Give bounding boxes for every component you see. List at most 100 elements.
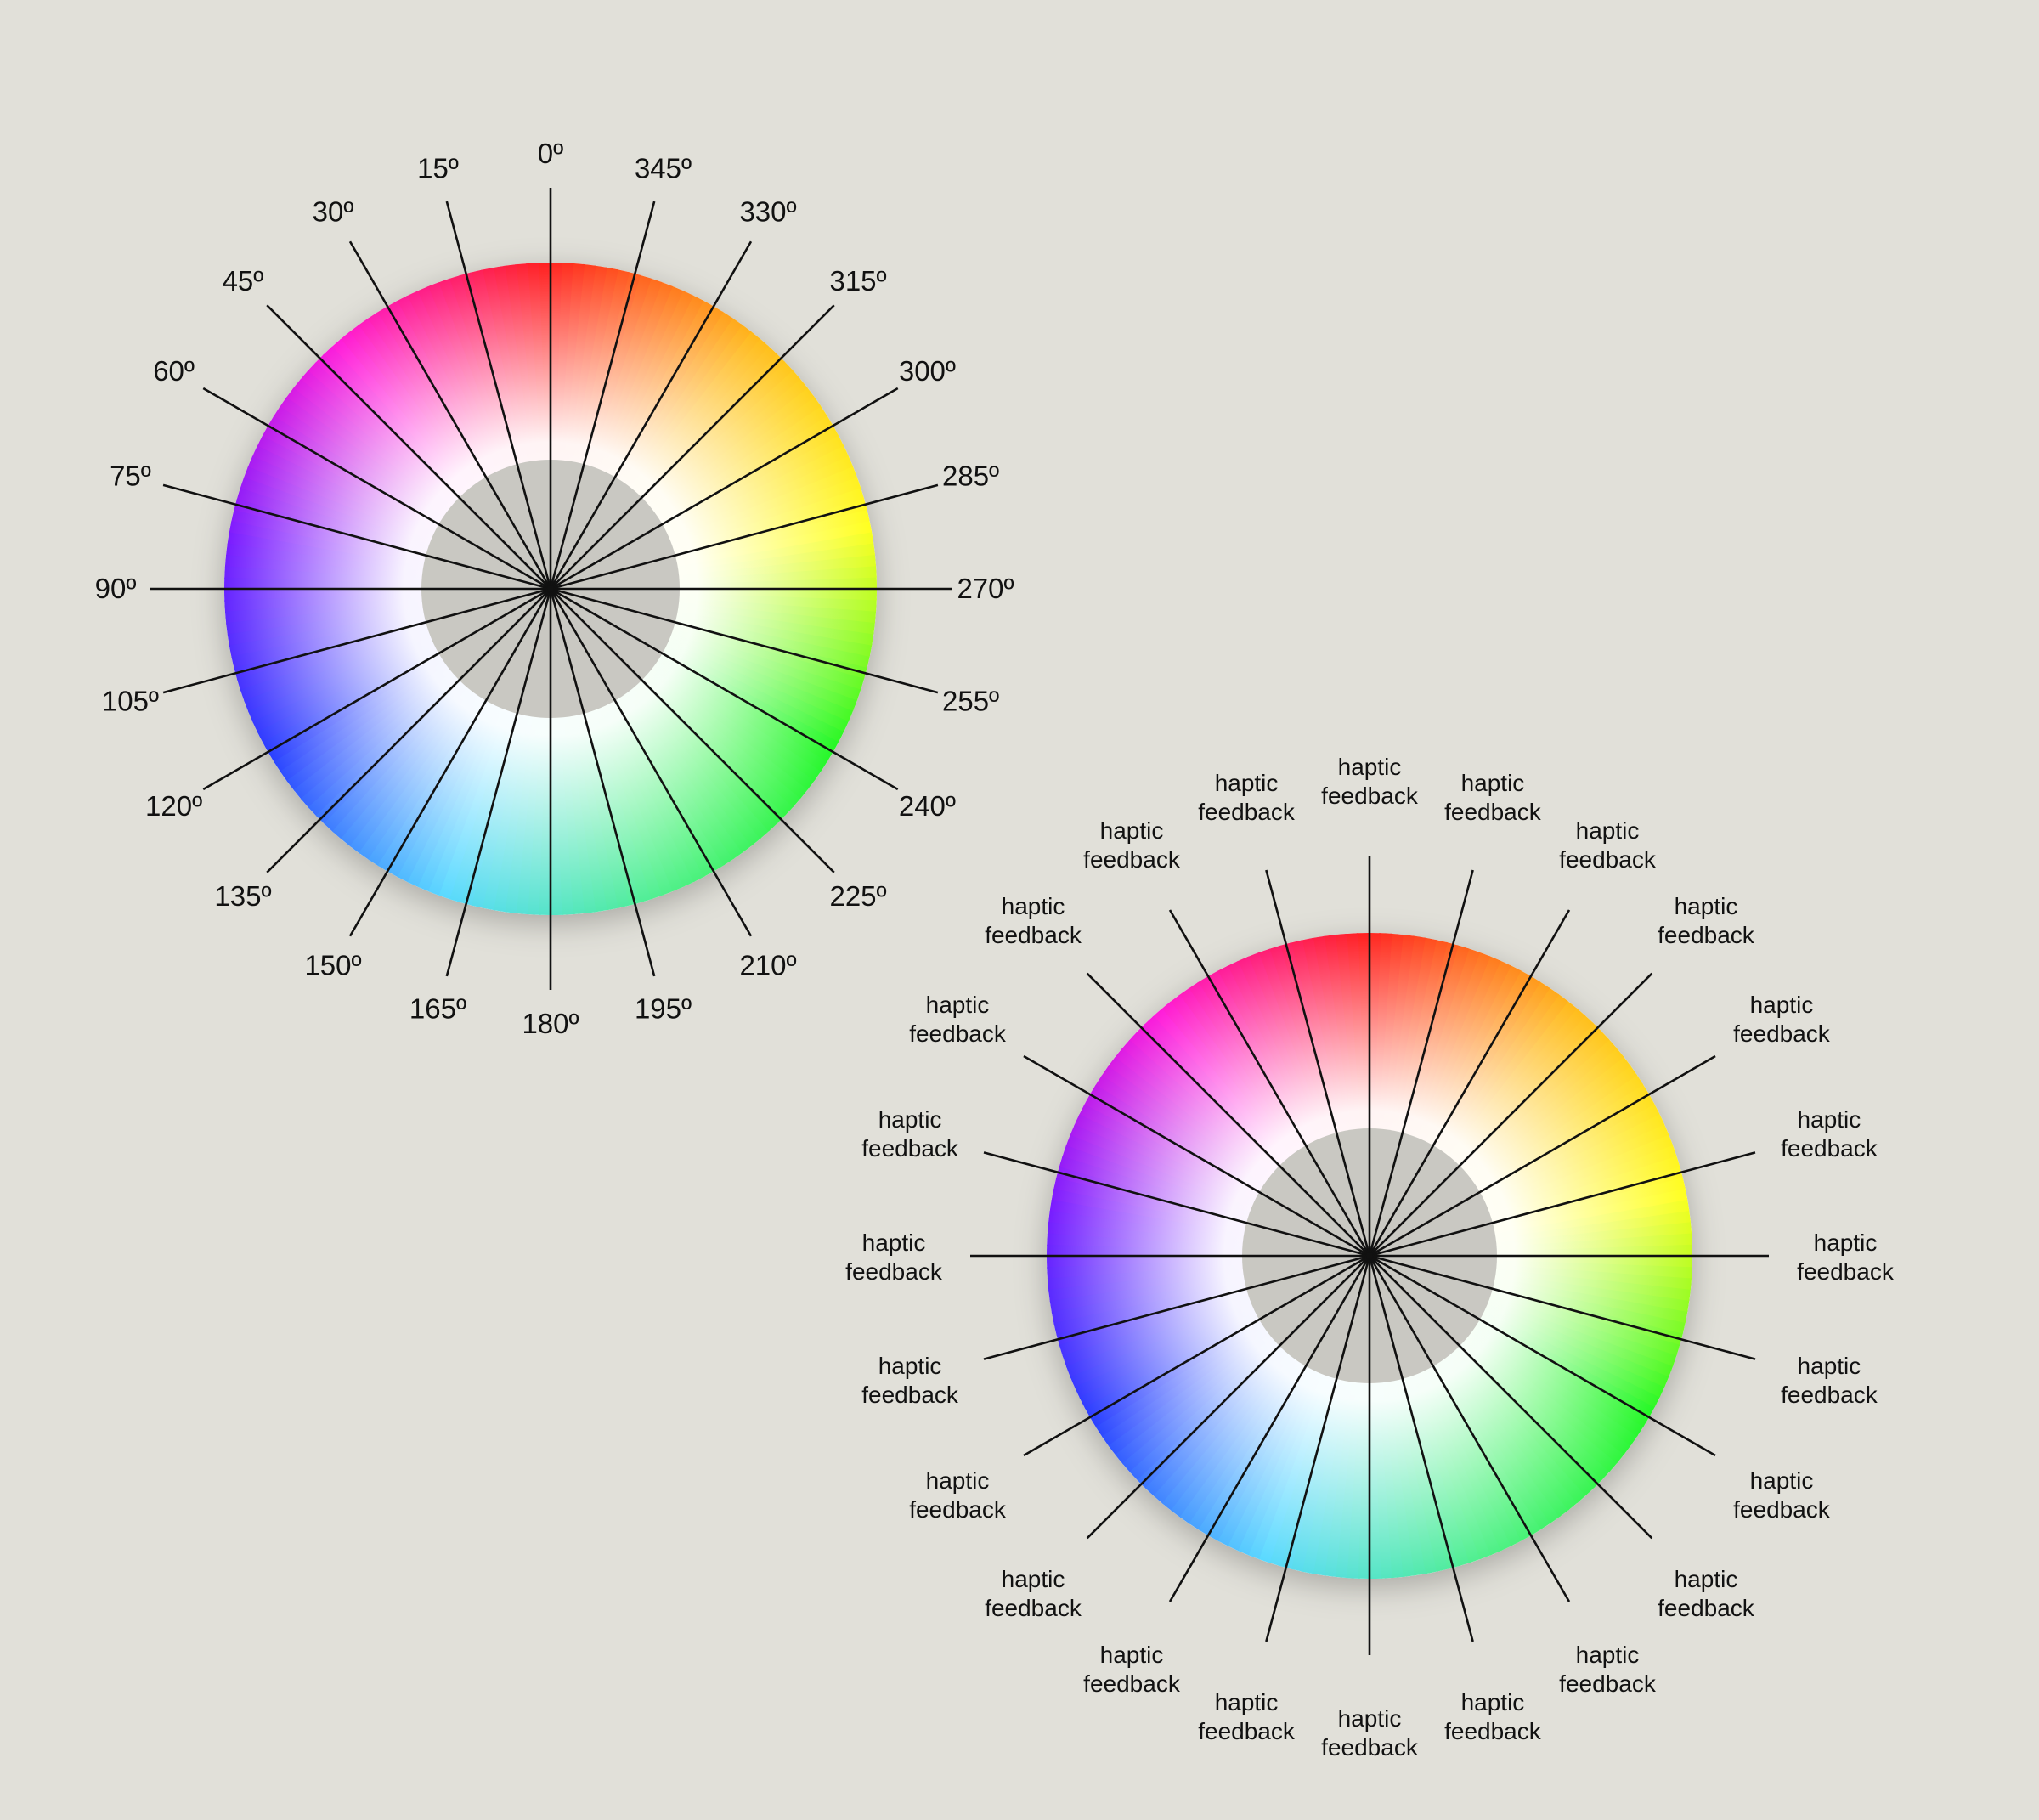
haptic-label-line: feedback <box>985 922 1082 948</box>
haptic-label-line: haptic <box>1338 1705 1402 1732</box>
haptic-feedback-label: haptic feedback <box>861 1353 959 1408</box>
degree-label: 225º <box>829 880 886 912</box>
haptic-label-line: feedback <box>1733 1496 1831 1523</box>
haptic-label-line: feedback <box>1198 799 1296 825</box>
haptic-label-line: haptic <box>1675 893 1738 919</box>
degree-label: 345º <box>635 152 692 184</box>
haptic-label-line: feedback <box>1733 1020 1831 1047</box>
haptic-label-line: haptic <box>878 1353 942 1379</box>
degree-label: 135º <box>214 880 271 912</box>
degree-label: 15º <box>417 152 459 184</box>
haptic-feedback-label: haptic feedback <box>1797 1229 1895 1285</box>
haptic-feedback-label: haptic feedback <box>909 992 1007 1047</box>
degree-label: 180º <box>522 1008 579 1039</box>
degree-label: 30º <box>313 196 354 228</box>
degree-label: 240º <box>899 790 956 822</box>
degree-label: 165º <box>409 993 466 1025</box>
haptic-label-line: haptic <box>1461 770 1525 796</box>
haptic-label-line: feedback <box>1781 1135 1878 1162</box>
degree-label: 45º <box>223 265 264 297</box>
degree-label: 0º <box>538 138 563 169</box>
center-hub <box>547 585 554 592</box>
haptic-feedback-label: haptic feedback <box>1083 1642 1181 1697</box>
haptic-label-line: haptic <box>878 1106 942 1133</box>
haptic-label-line: feedback <box>985 1595 1082 1621</box>
degree-label: 195º <box>635 993 692 1025</box>
haptic-feedback-label: haptic feedback <box>1733 992 1831 1047</box>
haptic-label-line: haptic <box>1461 1689 1525 1715</box>
haptic-feedback-hue-wheel: haptic feedbackhaptic feedbackhaptic feedba… <box>845 754 1895 1761</box>
haptic-label-line: feedback <box>1559 846 1657 873</box>
haptic-label-line: haptic <box>1215 1689 1279 1715</box>
haptic-label-line: feedback <box>1083 1670 1181 1697</box>
haptic-label-line: haptic <box>1002 1566 1065 1592</box>
haptic-label-line: feedback <box>845 1258 943 1285</box>
haptic-feedback-label: haptic feedback <box>1781 1106 1878 1162</box>
haptic-label-line: feedback <box>1658 1595 1755 1621</box>
degree-label: 315º <box>829 265 886 297</box>
degree-label: 120º <box>145 790 202 822</box>
degree-label: 285º <box>942 460 999 491</box>
haptic-label-line: feedback <box>1444 1718 1542 1744</box>
haptic-label-line: haptic <box>926 992 990 1018</box>
haptic-feedback-label: haptic feedback <box>985 1566 1082 1621</box>
haptic-label-line: haptic <box>1750 1467 1814 1494</box>
haptic-feedback-label: haptic feedback <box>1198 770 1296 825</box>
haptic-feedback-label: haptic feedback <box>845 1229 943 1285</box>
haptic-label-line: haptic <box>1576 817 1640 844</box>
haptic-label-line: feedback <box>1658 922 1755 948</box>
haptic-label-line: feedback <box>861 1135 959 1162</box>
haptic-feedback-label: haptic feedback <box>1321 1705 1419 1761</box>
haptic-feedback-label: haptic feedback <box>1781 1353 1878 1408</box>
haptic-label-line: feedback <box>861 1382 959 1408</box>
haptic-feedback-label: haptic feedback <box>861 1106 959 1162</box>
haptic-label-line: feedback <box>1444 799 1542 825</box>
degree-label: 270º <box>957 573 1014 604</box>
color-wheel-diagram: 0º 15º 30º 45º 60º 75º 90º 105º 120º 135º 150º 165º… <box>95 138 1895 1761</box>
haptic-label-line: haptic <box>1100 1642 1164 1668</box>
degree-label: 300º <box>899 355 956 387</box>
haptic-label-line: feedback <box>1198 1718 1296 1744</box>
haptic-label-line: haptic <box>1675 1566 1738 1592</box>
haptic-feedback-label: haptic feedback <box>1198 1689 1296 1744</box>
degree-hue-wheel: 0º 15º 30º 45º 60º 75º 90º 105º 120º 135º 150º 165º… <box>95 138 1014 1039</box>
degree-label: 210º <box>739 949 796 981</box>
haptic-label-line: haptic <box>1100 817 1164 844</box>
haptic-label-line: feedback <box>1321 783 1419 809</box>
center-hub <box>1366 1252 1373 1259</box>
haptic-label-line: haptic <box>862 1229 926 1256</box>
haptic-feedback-label: haptic feedback <box>1559 1642 1657 1697</box>
haptic-label-line: haptic <box>1798 1353 1861 1379</box>
haptic-label-line: feedback <box>1797 1258 1895 1285</box>
haptic-label-line: haptic <box>1338 754 1402 780</box>
degree-label: 90º <box>95 573 137 604</box>
degree-label: 330º <box>739 196 796 228</box>
degree-label: 105º <box>102 686 159 717</box>
haptic-label-line: feedback <box>909 1020 1007 1047</box>
haptic-label-line: haptic <box>926 1467 990 1494</box>
degree-label: 150º <box>304 949 361 981</box>
haptic-label-line: feedback <box>1083 846 1181 873</box>
haptic-label-line: haptic <box>1002 893 1065 919</box>
haptic-feedback-label: haptic feedback <box>1658 893 1755 948</box>
haptic-label-line: haptic <box>1215 770 1279 796</box>
haptic-label-line: haptic <box>1750 992 1814 1018</box>
haptic-label-line: feedback <box>909 1496 1007 1523</box>
haptic-label-line: feedback <box>1781 1382 1878 1408</box>
haptic-label-line: haptic <box>1576 1642 1640 1668</box>
haptic-feedback-label: haptic feedback <box>985 893 1082 948</box>
degree-label: 255º <box>942 686 999 717</box>
haptic-feedback-label: haptic feedback <box>909 1467 1007 1523</box>
haptic-feedback-label: haptic feedback <box>1559 817 1657 873</box>
haptic-label-line: feedback <box>1321 1734 1419 1761</box>
haptic-label-line: feedback <box>1559 1670 1657 1697</box>
degree-label: 60º <box>153 355 195 387</box>
haptic-feedback-label: haptic feedback <box>1733 1467 1831 1523</box>
haptic-feedback-label: haptic feedback <box>1444 770 1542 825</box>
haptic-feedback-label: haptic feedback <box>1658 1566 1755 1621</box>
haptic-feedback-label: haptic feedback <box>1083 817 1181 873</box>
haptic-feedback-label: haptic feedback <box>1321 754 1419 809</box>
haptic-label-line: haptic <box>1798 1106 1861 1133</box>
haptic-feedback-label: haptic feedback <box>1444 1689 1542 1744</box>
haptic-label-line: haptic <box>1814 1229 1878 1256</box>
